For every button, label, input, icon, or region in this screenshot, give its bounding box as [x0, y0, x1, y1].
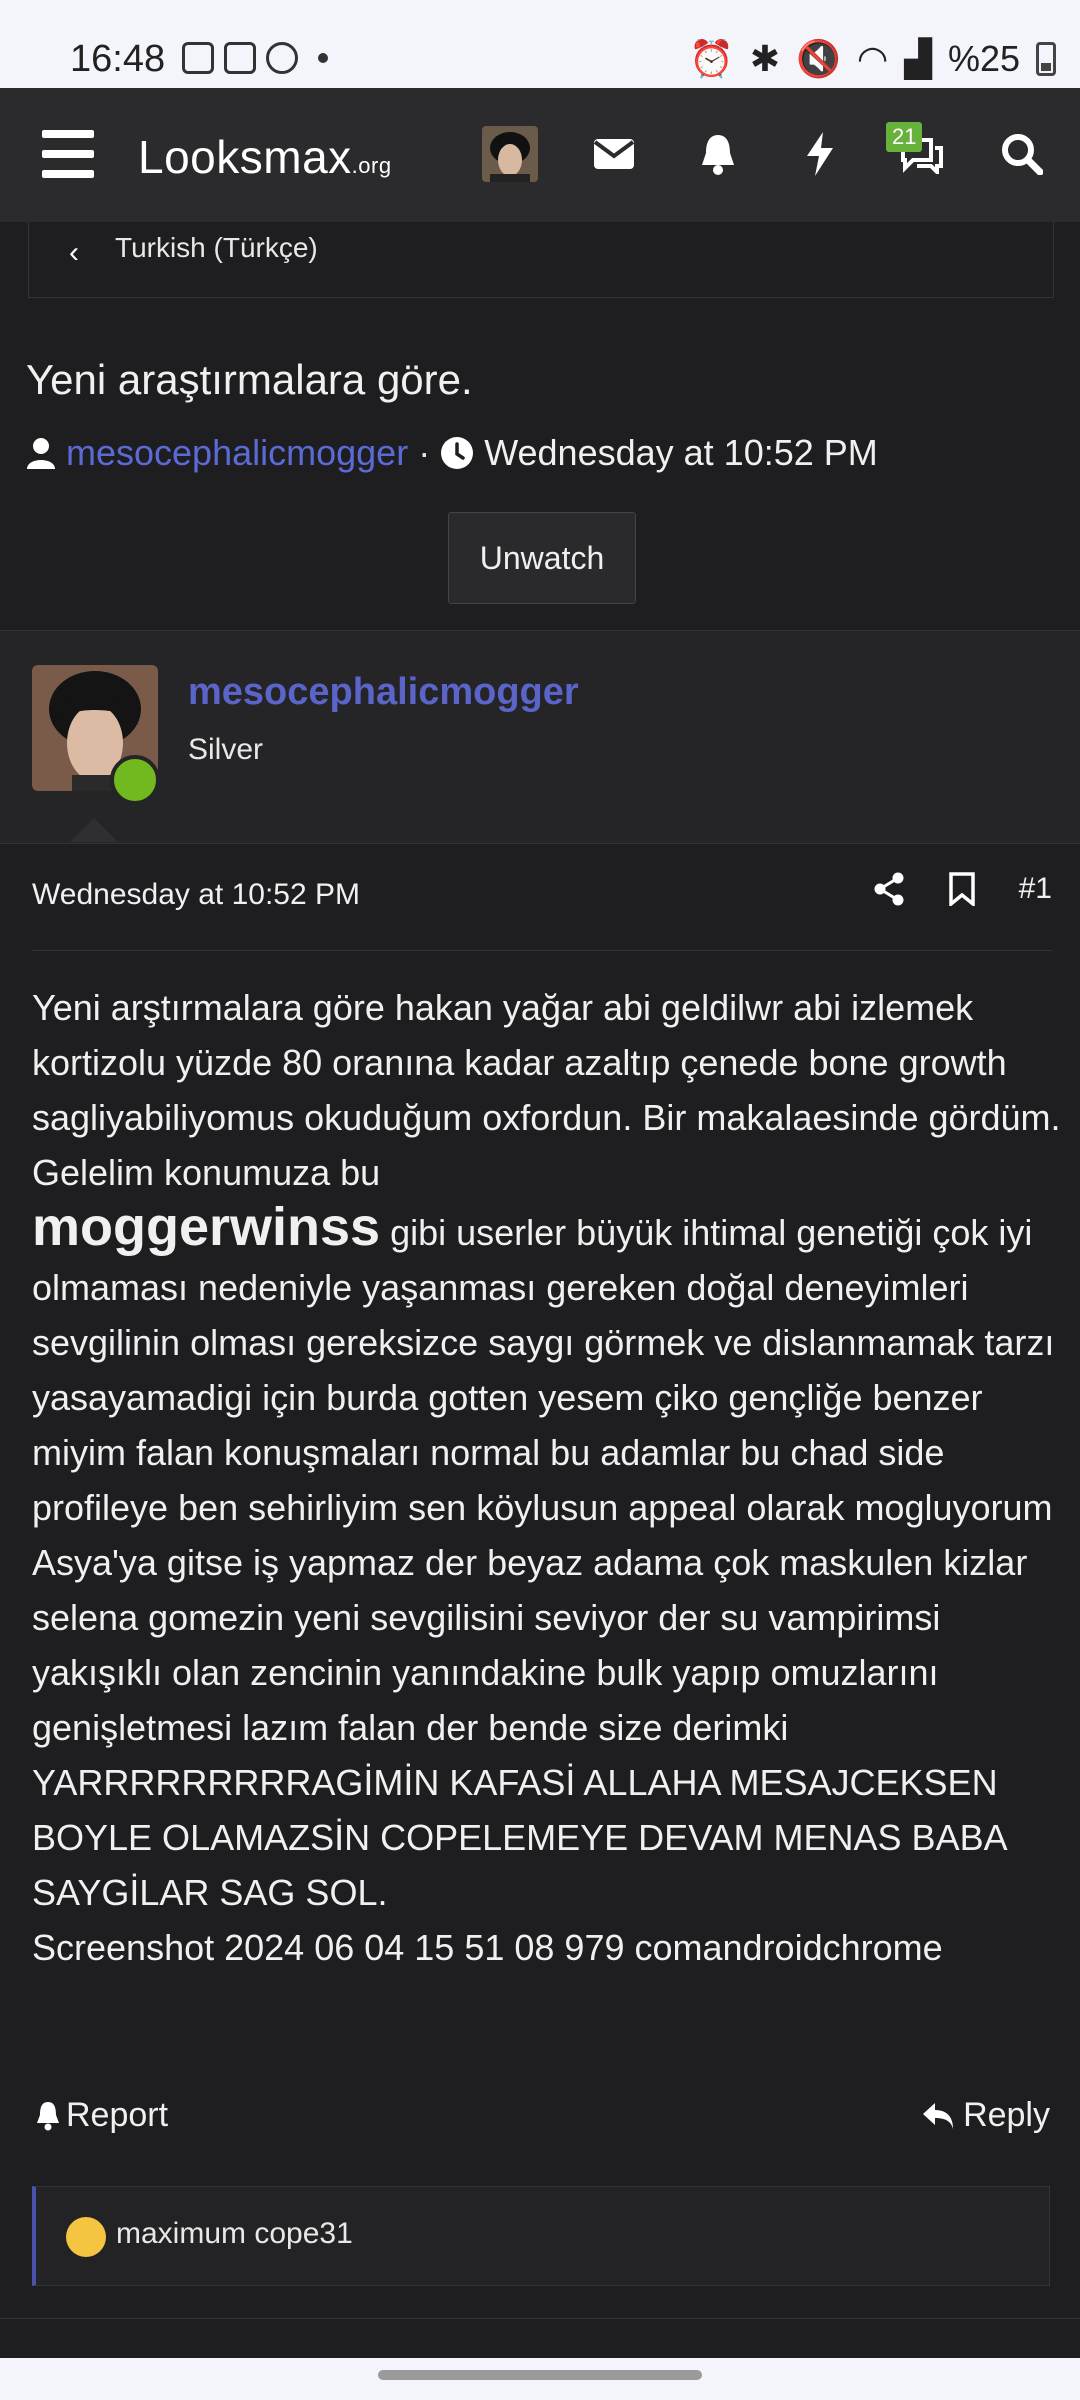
- logo-suffix: .org: [351, 153, 392, 178]
- mute-icon: 🔇: [796, 38, 841, 79]
- calendar-icon: [224, 42, 256, 74]
- divider: [32, 950, 1052, 951]
- system-icons: ⏰ ✱ 🔇 ◠ ▟ %25: [689, 38, 1056, 80]
- post-header-pointer: [70, 818, 118, 842]
- top-nav: Looksmax.org 21: [0, 88, 1080, 222]
- search-icon[interactable]: [996, 128, 1048, 180]
- status-time: 16:48: [70, 38, 166, 80]
- reddit-icon: [266, 42, 298, 74]
- clock-icon: [441, 437, 474, 469]
- alarm-icon: ⏰: [689, 38, 734, 79]
- bell-icon: [37, 2101, 59, 2130]
- site-logo[interactable]: Looksmax.org: [138, 130, 392, 184]
- wifi-icon: ◠: [856, 38, 889, 79]
- post-text-part1: Yeni arştırmalara göre hakan yağar abi g…: [32, 987, 1061, 1193]
- reactions-bar[interactable]: maximum cope31: [32, 2186, 1050, 2286]
- thread-author-link[interactable]: mesocephalicmogger: [66, 432, 408, 474]
- post-username[interactable]: mesocephalicmogger: [188, 671, 579, 714]
- post-body: Yeni arştırmalara göre hakan yağar abi g…: [32, 980, 1062, 1975]
- reply-label: Reply: [963, 2096, 1050, 2134]
- reply-button[interactable]: Reply: [921, 2096, 1050, 2135]
- post-user-header: mesocephalicmogger Silver: [0, 630, 1080, 844]
- unwatch-button[interactable]: Unwatch: [448, 512, 636, 604]
- post-actions: #1: [873, 872, 1052, 906]
- post-text-part2: gibi userler büyük ihtimal genetiği çok …: [32, 1212, 1055, 1913]
- thread-date[interactable]: Wednesday at 10:52 PM: [484, 432, 878, 474]
- attachment-link[interactable]: Screenshot 2024 06 04 15 51 08 979 coman…: [32, 1927, 943, 1968]
- bluetooth-icon: ✱: [749, 38, 780, 79]
- meta-separator: ·: [418, 432, 431, 473]
- breadcrumb-label[interactable]: Turkish (Türkçe): [115, 232, 318, 264]
- battery-icon: [1036, 42, 1056, 76]
- gesture-nav-area: [0, 2358, 1080, 2400]
- thread-meta: mesocephalicmogger · Wednesday at 10:52 …: [26, 432, 878, 474]
- reply-icon: [923, 2102, 954, 2129]
- bolt-icon[interactable]: [794, 128, 846, 180]
- logo-main: Looksmax: [138, 131, 352, 183]
- post-date[interactable]: Wednesday at 10:52 PM: [32, 878, 360, 912]
- user-rank: Silver: [188, 733, 264, 766]
- menu-icon[interactable]: [42, 130, 94, 178]
- share-icon[interactable]: [873, 872, 905, 906]
- more-notifications-icon: [318, 53, 328, 63]
- chevron-left-icon: ‹: [69, 236, 79, 269]
- crying-laughing-emoji-icon: [66, 2217, 106, 2257]
- bookmark-icon[interactable]: [948, 872, 975, 906]
- envelope-icon[interactable]: [588, 128, 640, 180]
- gallery-icon: [182, 42, 214, 74]
- report-label: Report: [66, 2096, 169, 2134]
- breadcrumb[interactable]: ‹ Turkish (Türkçe): [28, 222, 1054, 298]
- reactions-text[interactable]: maximum cope31: [116, 2217, 353, 2251]
- home-gesture-bar[interactable]: [378, 2370, 702, 2380]
- notification-icons: [182, 42, 328, 74]
- page-title: Yeni araştırmalara göre.: [26, 356, 473, 403]
- post-number[interactable]: #1: [1019, 872, 1052, 906]
- divider: [0, 2318, 1080, 2319]
- user-icon: [27, 438, 55, 469]
- report-button[interactable]: Report: [36, 2096, 168, 2135]
- avatar[interactable]: [482, 126, 538, 182]
- battery-percent: %25: [947, 38, 1020, 79]
- status-bar: 16:48 ⏰ ✱ 🔇 ◠ ▟ %25: [0, 0, 1080, 88]
- signal-icon: ▟: [904, 38, 932, 79]
- post-text-emphasis: moggerwinss: [32, 1197, 381, 1257]
- chat-badge: 21: [886, 122, 923, 152]
- online-status-indicator: [110, 755, 160, 805]
- bell-icon[interactable]: [692, 128, 744, 180]
